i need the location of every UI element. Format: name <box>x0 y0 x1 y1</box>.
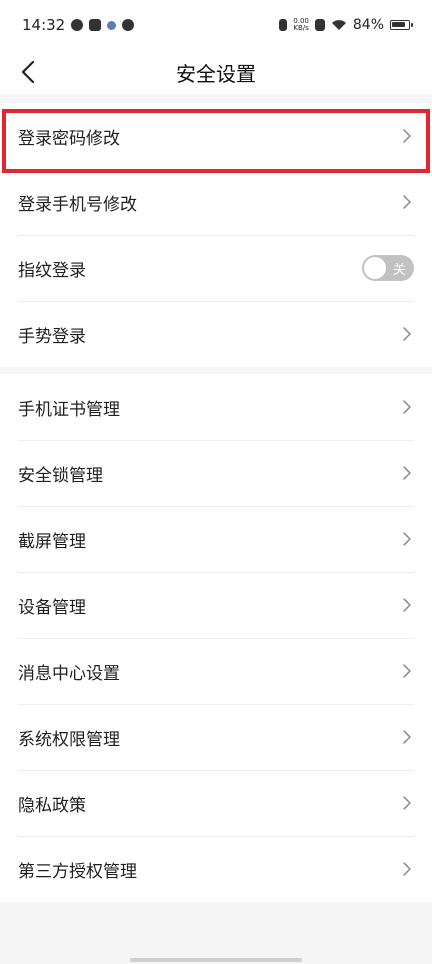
item-label: 隐私政策 <box>18 795 86 816</box>
login-phone-change-item[interactable]: 登录手机号修改 <box>0 169 432 235</box>
chevron-right-icon <box>402 532 412 546</box>
item-label: 指纹登录 <box>18 260 86 281</box>
battery-icon <box>390 20 413 30</box>
item-label: 安全锁管理 <box>18 465 103 486</box>
item-label: 设备管理 <box>18 597 86 618</box>
header: 安全设置 <box>0 50 432 94</box>
item-label: 手势登录 <box>18 326 86 347</box>
fingerprint-login-toggle[interactable]: 关 <box>362 255 414 281</box>
net-speed: 0.00 KB/s <box>293 18 309 32</box>
device-security-group: 手机证书管理 安全锁管理 截屏管理 设备管理 消息中心设置 系统权限管理 隐私政… <box>0 374 432 902</box>
chevron-right-icon <box>402 195 412 209</box>
item-label: 系统权限管理 <box>18 729 120 750</box>
home-indicator[interactable] <box>130 958 302 962</box>
chevron-right-icon <box>402 796 412 810</box>
status-right: 0.00 KB/s 84% <box>279 17 413 33</box>
chevron-right-icon <box>402 664 412 678</box>
chevron-right-icon <box>402 862 412 876</box>
status-bar: 14:32 0.00 KB/s 84% <box>0 0 432 50</box>
message-center-settings-item[interactable]: 消息中心设置 <box>0 638 432 704</box>
phone-certificate-item[interactable]: 手机证书管理 <box>0 374 432 440</box>
item-label: 第三方授权管理 <box>18 861 137 882</box>
sim-x-icon <box>314 19 325 31</box>
device-management-item[interactable]: 设备管理 <box>0 572 432 638</box>
security-lock-item[interactable]: 安全锁管理 <box>0 440 432 506</box>
fan-icon <box>122 19 135 31</box>
sync-icon <box>71 19 84 31</box>
vibrate-icon <box>279 19 288 31</box>
toggle-state-text: 关 <box>392 263 406 278</box>
status-time: 14:32 <box>22 16 66 34</box>
account-security-group: 登录密码修改 登录手机号修改 指纹登录 关 手势登录 <box>0 103 432 367</box>
item-label: 截屏管理 <box>18 531 86 552</box>
page-title: 安全设置 <box>176 61 256 86</box>
gesture-login-item[interactable]: 手势登录 <box>0 301 432 367</box>
chevron-right-icon <box>402 129 412 143</box>
chevron-right-icon <box>402 327 412 341</box>
battery-percent: 84% <box>352 17 384 33</box>
back-button[interactable] <box>10 54 46 90</box>
chevron-right-icon <box>402 598 412 612</box>
item-label: 消息中心设置 <box>18 663 120 684</box>
chevron-left-icon <box>21 60 35 84</box>
login-password-change-item[interactable]: 登录密码修改 <box>0 103 432 169</box>
screenshot-management-item[interactable]: 截屏管理 <box>0 506 432 572</box>
item-label: 手机证书管理 <box>18 399 120 420</box>
privacy-policy-item[interactable]: 隐私政策 <box>0 770 432 836</box>
system-permission-item[interactable]: 系统权限管理 <box>0 704 432 770</box>
app-notification-icon <box>89 19 102 31</box>
fingerprint-login-item: 指纹登录 关 <box>0 235 432 301</box>
wifi-icon <box>331 20 346 30</box>
item-label: 登录手机号修改 <box>18 194 137 215</box>
toggle-knob <box>364 257 386 279</box>
snowflake-icon <box>107 20 117 30</box>
item-label: 登录密码修改 <box>18 128 120 149</box>
chevron-right-icon <box>402 730 412 744</box>
third-party-authorization-item[interactable]: 第三方授权管理 <box>0 836 432 902</box>
chevron-right-icon <box>402 400 412 414</box>
chevron-right-icon <box>402 466 412 480</box>
status-left: 14:32 <box>22 16 135 34</box>
net-speed-unit: KB/s <box>293 24 309 32</box>
